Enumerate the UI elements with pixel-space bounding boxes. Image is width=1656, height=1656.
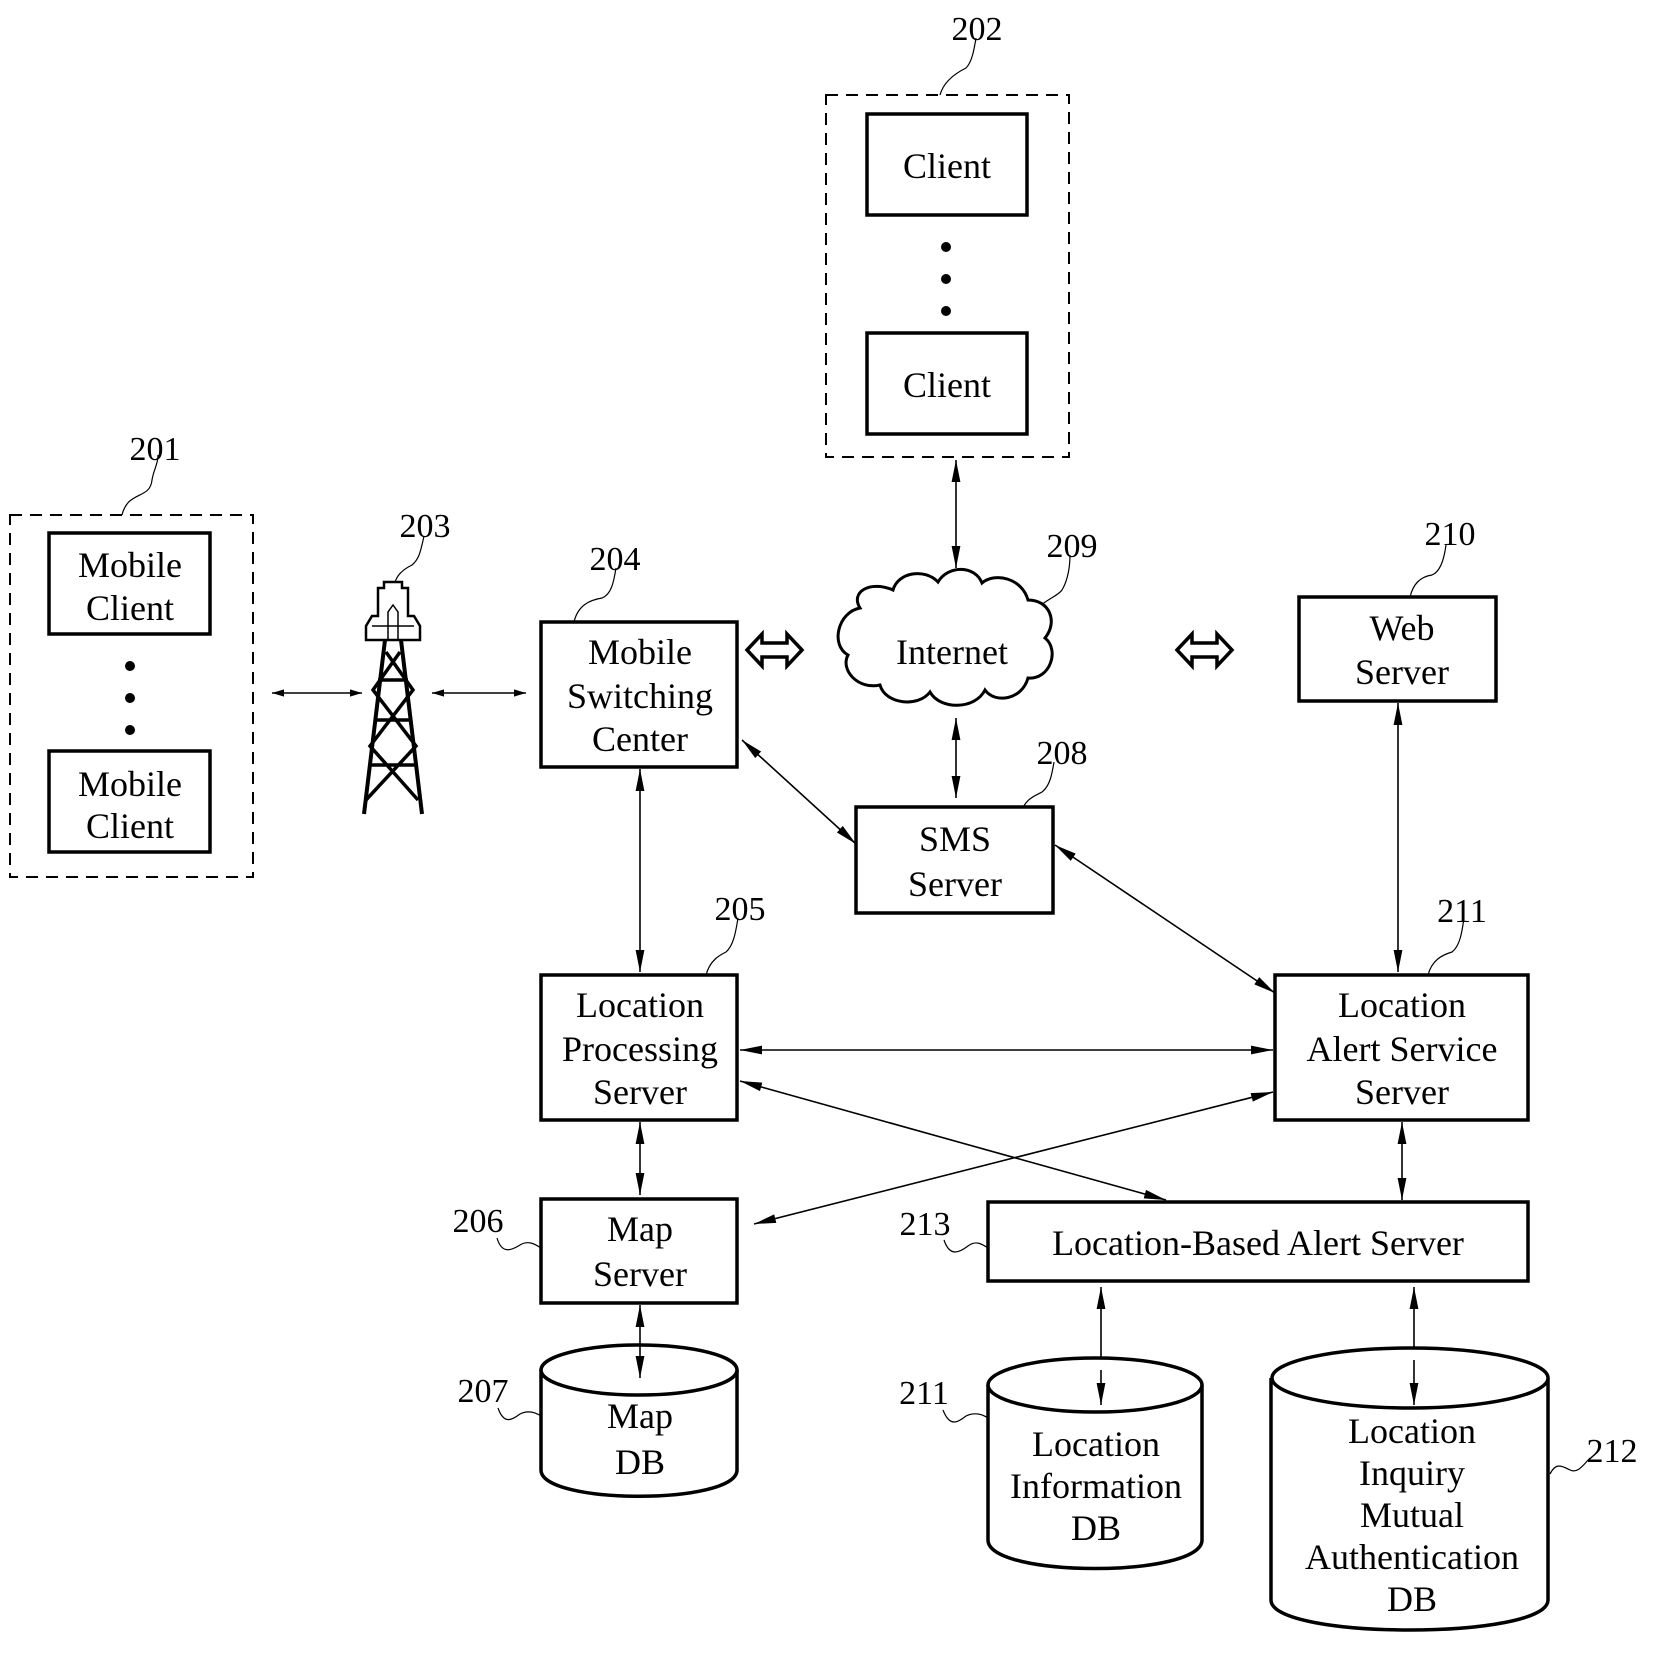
- mobile-client-label: Client: [86, 588, 174, 628]
- map-db: 207 Map DB: [458, 1343, 739, 1498]
- link-msc-sms: [741, 739, 857, 845]
- double-arrow-internet-web: [1174, 629, 1235, 671]
- location-processing-server: 205 Location Processing Server: [539, 891, 766, 1122]
- lass-label: Location: [1338, 985, 1466, 1025]
- ref-211-db: 211: [899, 1375, 949, 1412]
- auth-db-label: Authentication: [1305, 1537, 1519, 1577]
- system-diagram: 201 Mobile Client Mobile Client 203 202: [9, 11, 1638, 1632]
- map-server-label: Map: [607, 1209, 673, 1249]
- ref-207: 207: [458, 1373, 509, 1410]
- location-based-alert-server: 213 Location-Based Alert Server: [900, 1200, 1530, 1283]
- client-box: Client: [865, 331, 1029, 436]
- client-group: 202 Client Client: [825, 11, 1070, 458]
- web-label: Server: [1355, 652, 1449, 692]
- mutual-authentication-db: Location Inquiry Mutual Authentication D…: [1269, 1346, 1638, 1632]
- location-alert-service-server: 211 Location Alert Service Server: [1273, 893, 1530, 1122]
- loc-info-db-label: DB: [1071, 1508, 1121, 1548]
- msc-label: Center: [592, 719, 688, 759]
- client-label: Client: [903, 146, 991, 186]
- lass-label: Alert Service: [1307, 1029, 1498, 1069]
- ref-203: 203: [400, 508, 451, 545]
- ellipsis-dot: [941, 306, 951, 316]
- auth-db-label: DB: [1387, 1579, 1437, 1619]
- ellipsis-dot: [125, 725, 135, 735]
- ellipsis-dot: [941, 274, 951, 284]
- sms-server: 208 SMS Server: [854, 735, 1088, 915]
- lps-label: Server: [593, 1072, 687, 1112]
- auth-db-label: Inquiry: [1359, 1453, 1465, 1493]
- msc-label: Mobile: [588, 632, 692, 672]
- lps-label: Processing: [562, 1029, 718, 1069]
- ref-206: 206: [453, 1203, 504, 1240]
- auth-db-label: Mutual: [1360, 1495, 1464, 1535]
- sms-label: SMS: [919, 819, 991, 859]
- link-sms-lass: [1054, 844, 1276, 994]
- map-db-label: Map: [607, 1396, 673, 1436]
- client-box: Client: [865, 112, 1029, 217]
- web-server: 210 Web Server: [1297, 516, 1498, 703]
- loc-info-db-label: Location: [1032, 1424, 1160, 1464]
- ref-210: 210: [1425, 516, 1476, 553]
- ref-213: 213: [900, 1206, 951, 1243]
- lass-label: Server: [1355, 1072, 1449, 1112]
- map-db-label: DB: [615, 1442, 665, 1482]
- msc-label: Switching: [567, 676, 713, 716]
- mobile-switching-center: 204 Mobile Switching Center: [539, 541, 739, 769]
- mobile-client-group: 201 Mobile Client Mobile Client: [9, 431, 254, 878]
- mobile-client-label: Mobile: [78, 764, 182, 804]
- link-lps-lbas: [739, 1080, 1167, 1201]
- mobile-client-label: Mobile: [78, 545, 182, 585]
- ellipsis-dot: [125, 661, 135, 671]
- ref-208: 208: [1037, 735, 1088, 772]
- mobile-client-label: Client: [86, 806, 174, 846]
- map-server-label: Server: [593, 1254, 687, 1294]
- map-server: 206 Map Server: [453, 1197, 739, 1305]
- mobile-client-box: Mobile Client: [47, 531, 212, 636]
- ref-209: 209: [1047, 528, 1098, 565]
- loc-info-db-label: Information: [1010, 1466, 1182, 1506]
- client-label: Client: [903, 365, 991, 405]
- internet-cloud: 209 Internet: [836, 528, 1098, 707]
- ellipsis-dot: [941, 242, 951, 252]
- lbas-label: Location-Based Alert Server: [1052, 1223, 1464, 1263]
- ref-204: 204: [590, 541, 641, 578]
- ref-212: 212: [1587, 1433, 1638, 1470]
- lps-label: Location: [576, 985, 704, 1025]
- internet-label: Internet: [896, 632, 1008, 672]
- ref-202: 202: [952, 11, 1003, 48]
- ref-205: 205: [715, 891, 766, 928]
- cell-tower-icon: 203: [362, 508, 451, 815]
- ref-201: 201: [130, 431, 181, 468]
- location-information-db: 211 Location Information DB: [899, 1356, 1204, 1571]
- auth-db-label: Location: [1348, 1411, 1476, 1451]
- double-arrow-msc-internet: [744, 629, 805, 671]
- web-label: Web: [1369, 608, 1434, 648]
- ellipsis-dot: [125, 693, 135, 703]
- sms-label: Server: [908, 864, 1002, 904]
- ref-211: 211: [1437, 893, 1487, 930]
- mobile-client-box: Mobile Client: [47, 749, 212, 854]
